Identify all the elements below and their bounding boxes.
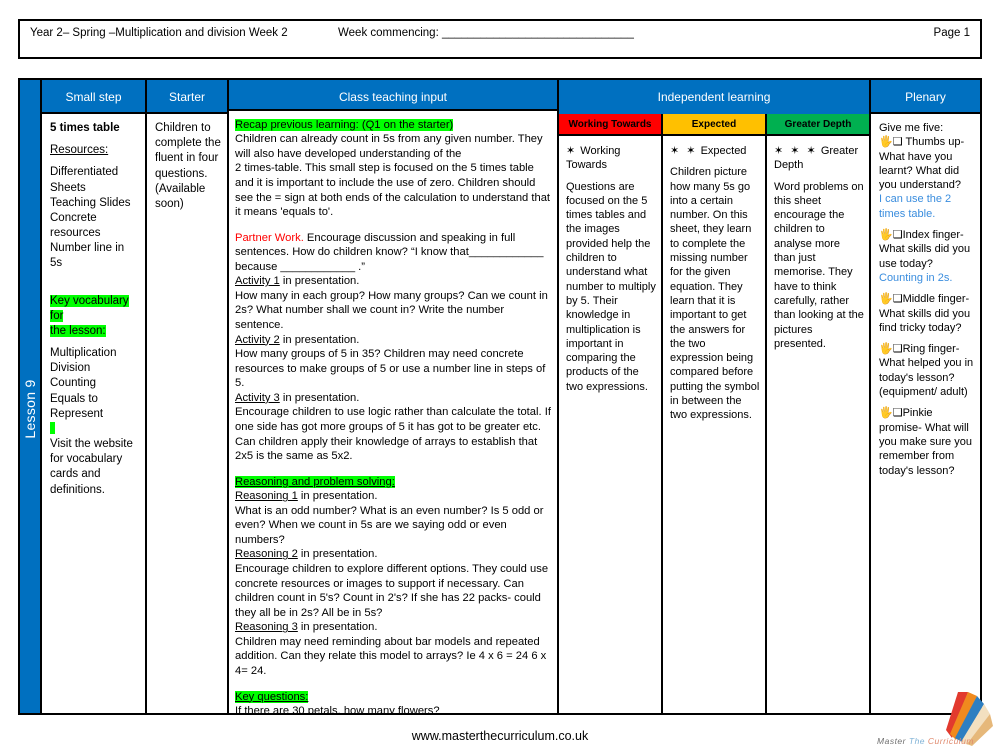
- teaching-content: Recap previous learning: (Q1 on the star…: [229, 111, 557, 713]
- activity-3-tail: in presentation.: [279, 391, 360, 404]
- body-expected: Children picture how many 5s go into a c…: [670, 166, 760, 422]
- hand-icon: 🖐: [879, 343, 893, 356]
- hand-icon: 🖐: [879, 136, 893, 149]
- activity-2-tail: in presentation.: [279, 333, 360, 346]
- vocab-item: Represent: [50, 407, 104, 420]
- activity-1-label: Activity 1: [235, 275, 280, 288]
- reasoning-1-label: Reasoning 1: [235, 490, 298, 503]
- vocab-item: Multiplication: [50, 347, 117, 360]
- plenary-answer: I can use the 2 times table.: [879, 193, 952, 220]
- footer-website-url: www.masterthecurriculum.co.uk: [411, 729, 589, 743]
- hand-icon: 🖐: [879, 407, 893, 420]
- column-plenary: Plenary Give me five: 🖐❑ Thumbs up- What…: [871, 80, 980, 713]
- lesson-spine-label: Lesson 9: [22, 379, 38, 439]
- column-header-class-teaching-input: Class teaching input: [229, 80, 557, 111]
- column-small-step: Small step 5 times table Resources: Diff…: [42, 80, 147, 713]
- label-expected: Expected: [700, 145, 747, 157]
- partner-work-label: Partner Work.: [235, 231, 304, 244]
- independent-cell-greater-depth: ✶ ✶ ✶ Greater Depth Word problems on thi…: [767, 136, 869, 713]
- header-week-commencing: Week commencing: _______________________…: [338, 27, 634, 39]
- independent-cell-working-towards: ✶ Working Towards Questions are focused …: [559, 136, 663, 713]
- column-header-small-step: Small step: [42, 80, 145, 114]
- reasoning-3-text: Children may need reminding about bar mo…: [235, 635, 547, 677]
- resource-item: Teaching Slides: [50, 196, 131, 209]
- star-rating-greater-depth: ✶ ✶ ✶: [774, 145, 818, 157]
- vocab-item: Division: [50, 362, 91, 375]
- reasoning-2-text: Encourage children to explore different …: [235, 563, 549, 619]
- logo-wordmark: Master The Curriculum: [877, 736, 974, 746]
- recap-line: see the = sign at both ends of the calcu…: [235, 191, 551, 219]
- reasoning-3-label: Reasoning 3: [235, 621, 298, 634]
- resource-item: Concrete resources: [50, 211, 101, 240]
- plenary-content: Give me five: 🖐❑ Thumbs up- What have yo…: [871, 114, 980, 713]
- tofu-glyph: ❑: [892, 136, 903, 149]
- starter-content: Children to complete the fluent in four …: [147, 114, 227, 713]
- reasoning-1-tail: in presentation.: [297, 490, 378, 503]
- activity-1-tail: in presentation.: [279, 275, 360, 288]
- recap-heading: Recap previous learning: (Q1 on the star…: [235, 118, 454, 131]
- recap-line: Children can already count in 5s from an…: [235, 133, 543, 160]
- page-header-box: Year 2– Spring –Multiplication and divis…: [18, 19, 982, 59]
- logo-word-the: The: [908, 736, 926, 746]
- independent-subheader-row: Working Towards Expected Greater Depth: [559, 114, 869, 136]
- lesson-spine: Lesson 9: [20, 80, 42, 713]
- column-independent-learning: Independent learning Working Towards Exp…: [559, 80, 871, 713]
- resources-heading: Resources:: [50, 144, 109, 157]
- column-starter: Starter Children to complete the fluent …: [147, 80, 229, 713]
- subheader-working-towards: Working Towards: [559, 114, 663, 134]
- subheader-greater-depth: Greater Depth: [767, 114, 869, 134]
- vocab-note: Visit the website for vocabulary cards a…: [50, 438, 133, 496]
- small-step-title: 5 times table: [50, 122, 120, 134]
- plenary-heading: Give me five:: [879, 122, 944, 134]
- hand-icon: 🖐: [879, 293, 893, 306]
- reasoning-2-tail: in presentation.: [297, 548, 378, 561]
- reasoning-1-text: What is an odd number? What is an even n…: [235, 504, 544, 546]
- tofu-glyph: ❑: [892, 407, 903, 420]
- independent-cell-expected: ✶ ✶ Expected Children picture how many 5…: [663, 136, 767, 713]
- body-greater-depth: Word problems on this sheet encourage th…: [774, 180, 864, 350]
- resource-item: Number line in 5s: [50, 242, 125, 270]
- reasoning-heading: Reasoning and problem solving:: [235, 475, 395, 488]
- key-questions-heading: Key questions:: [235, 690, 309, 703]
- independent-body-row: ✶ Working Towards Questions are focused …: [559, 136, 869, 713]
- resource-item: Differentiated Sheets: [50, 166, 119, 194]
- reasoning-3-tail: in presentation.: [297, 621, 378, 634]
- tofu-glyph: ❑: [892, 343, 903, 356]
- key-vocabulary-heading-line2: the lesson:: [50, 324, 106, 337]
- key-vocabulary-heading-line1: Key vocabulary for: [50, 294, 129, 322]
- activity-3-text: Encourage children to use logic rather t…: [235, 406, 551, 463]
- column-header-independent-learning: Independent learning: [559, 80, 869, 114]
- logo-word-master: Master: [877, 736, 906, 746]
- subheader-expected: Expected: [663, 114, 767, 134]
- recap-line: 2 times-table. This small step is focuse…: [235, 162, 536, 189]
- table-columns: Small step 5 times table Resources: Diff…: [42, 80, 980, 713]
- activity-3-label: Activity 3: [235, 391, 280, 404]
- vocab-item: Equals to: [50, 392, 98, 405]
- star-rating-expected: ✶ ✶: [670, 145, 698, 157]
- hand-icon: 🖐: [879, 229, 893, 242]
- plenary-answer: Counting in 2s.: [879, 271, 953, 284]
- header-title: Year 2– Spring –Multiplication and divis…: [30, 27, 288, 39]
- logo-word-curriculum: Curriculum: [927, 736, 974, 746]
- column-header-starter: Starter: [147, 80, 227, 114]
- tofu-glyph: ❑: [892, 229, 903, 242]
- reasoning-2-label: Reasoning 2: [235, 548, 298, 561]
- activity-2-label: Activity 2: [235, 333, 280, 346]
- green-highlight-marker: [50, 421, 55, 434]
- key-question: If there are 30 petals, how many flowers…: [235, 705, 440, 713]
- tofu-glyph: ❑: [892, 293, 903, 306]
- starter-text: Children to complete the fluent in four …: [155, 122, 221, 210]
- small-step-content: 5 times table Resources: Differentiated …: [42, 114, 145, 713]
- column-class-teaching-input: Class teaching input Recap previous lear…: [229, 80, 559, 713]
- vocab-item: Counting: [50, 377, 97, 390]
- star-rating-working-towards: ✶: [566, 145, 578, 157]
- activity-2-text: How many groups of 5 in 35? Children may…: [235, 348, 546, 390]
- body-working-towards: Questions are focused on the 5 times tab…: [566, 180, 656, 393]
- header-page-number: Page 1: [933, 27, 970, 39]
- column-header-plenary: Plenary: [871, 80, 980, 114]
- lesson-plan-table: Lesson 9 Small step 5 times table Resour…: [18, 78, 982, 715]
- activity-1-text: How many in each group? How many groups?…: [235, 289, 548, 332]
